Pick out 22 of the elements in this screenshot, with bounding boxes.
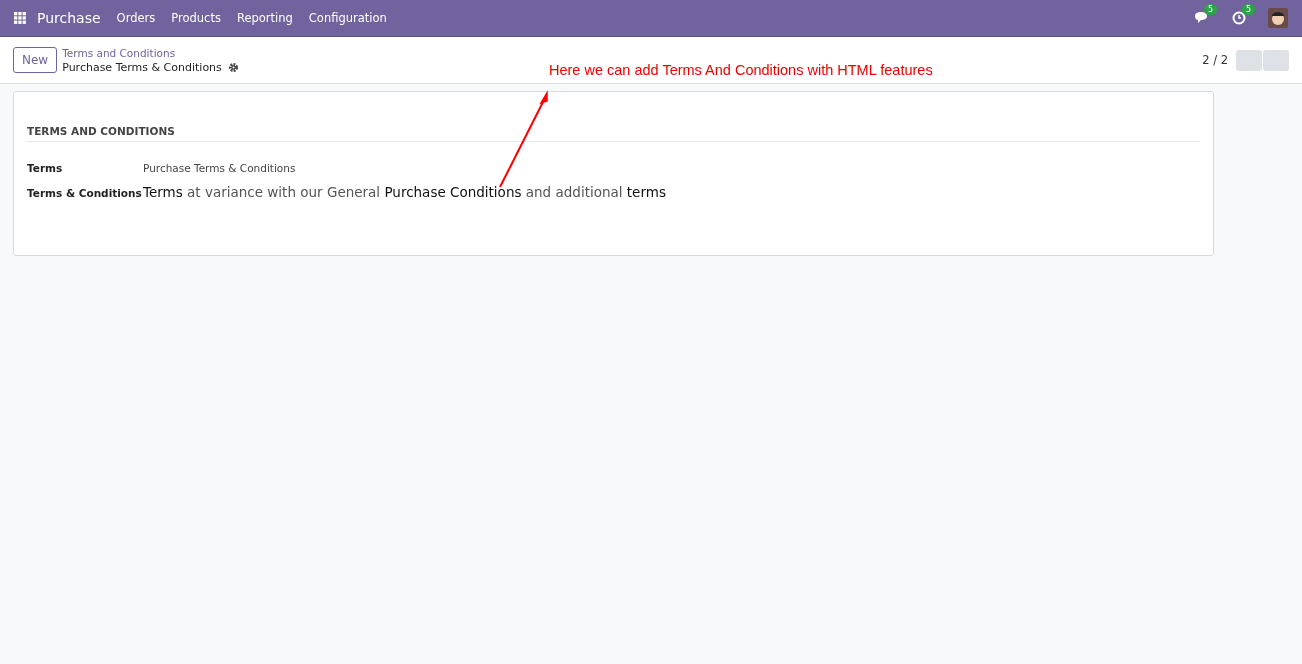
field-value[interactable]: Purchase Terms & Conditions: [143, 162, 296, 174]
menu-item[interactable]: Reporting: [236, 11, 293, 25]
clock-icon[interactable]: [1232, 11, 1246, 25]
settings-icon[interactable]: [227, 61, 239, 73]
app-name[interactable]: Purchase: [37, 10, 101, 26]
chat-icon[interactable]: [1194, 11, 1210, 25]
field-label: Terms & Conditions: [27, 187, 143, 199]
breadcrumb-link[interactable]: Terms and Conditions: [62, 46, 239, 59]
breadcrumb-current: Purchase Terms & Conditions: [62, 60, 222, 74]
section-title: TERMS AND CONDITIONS: [27, 125, 176, 137]
new-button[interactable]: New: [13, 47, 58, 73]
menu-item[interactable]: Orders: [116, 11, 156, 25]
pager-counter: 2 / 2: [1202, 53, 1228, 67]
message-count-badge: 5: [1204, 4, 1218, 15]
html-field-value[interactable]: Terms at variance with our General Purchase Conditions and additional terms: [143, 184, 666, 200]
menu-item[interactable]: Configuration: [308, 11, 387, 25]
apps-menu-icon[interactable]: [14, 12, 26, 24]
activity-count-badge: 5: [1242, 4, 1256, 15]
avatar-icon[interactable]: [1268, 8, 1288, 28]
field-label: Terms: [27, 162, 64, 174]
menu-item[interactable]: Products: [171, 11, 221, 25]
annotation-text: Here we can add Terms And Conditions with HTML features: [549, 62, 933, 78]
